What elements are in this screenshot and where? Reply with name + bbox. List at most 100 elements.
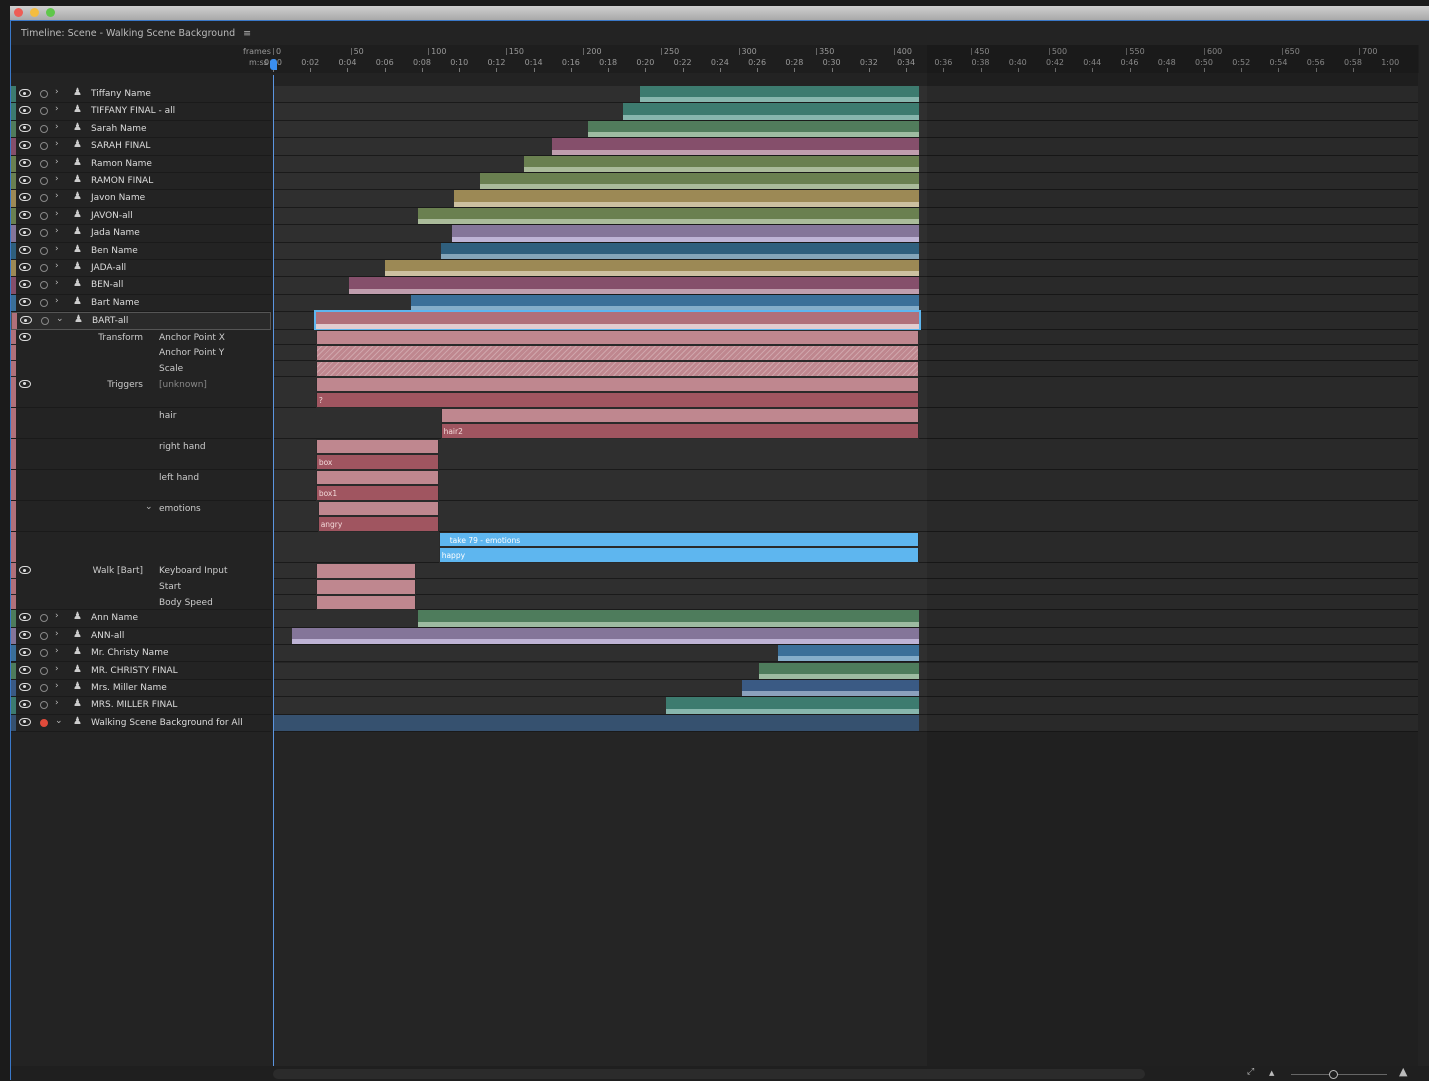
playhead-line[interactable] [273,75,274,1066]
eye-icon[interactable] [19,106,31,115]
zoom-window-button[interactable] [46,8,55,17]
record-arm-icon[interactable] [40,614,48,623]
layer-bar[interactable] [349,277,919,294]
eye-icon[interactable] [19,280,31,289]
layer-row[interactable]: › ♟ Ann Name [11,610,271,628]
trigger-bar-top[interactable] [315,376,919,393]
layer-row[interactable]: › ♟ Bart Name [11,294,271,313]
chevron-down-icon[interactable]: ⌄ [56,314,64,324]
trigger-bar-top[interactable] [315,438,439,455]
layer-row[interactable]: › ♟ Ben Name [11,242,271,260]
layer-row[interactable]: › ♟ Sarah Name [11,120,271,139]
record-arm-icon[interactable] [40,683,48,692]
chevron-right-icon[interactable]: › [55,296,59,306]
layer-row[interactable]: › ♟ Jada Name [11,225,271,243]
eye-icon[interactable] [19,245,31,254]
layer-bar[interactable] [418,610,919,627]
record-arm-icon[interactable] [40,631,48,640]
chevron-right-icon[interactable]: › [55,261,59,271]
layer-bar[interactable] [479,173,919,190]
trigger-take-bar[interactable]: box1 [315,485,439,501]
layer-bar[interactable] [291,627,919,645]
chevron-right-icon[interactable]: › [55,278,59,288]
chevron-right-icon[interactable]: › [55,104,59,114]
record-arm-icon[interactable] [40,229,48,238]
layer-row[interactable]: ⌄ ♟ Walking Scene Background for All [11,714,271,733]
take-bar-header[interactable]: take 79 - emotions [438,531,919,548]
record-arm-icon[interactable] [40,718,48,727]
minimize-window-button[interactable] [30,8,39,17]
chevron-down-icon[interactable]: ⌄ [145,502,153,512]
trigger-take-bar[interactable]: hair2 [440,423,919,439]
eye-icon[interactable] [19,158,31,167]
trigger-bar-top[interactable] [315,469,439,486]
record-arm-icon[interactable] [40,107,48,116]
record-arm-icon[interactable] [40,649,48,658]
eye-icon[interactable] [19,141,31,150]
record-arm-icon[interactable] [40,666,48,675]
chevron-right-icon[interactable]: › [55,226,59,236]
record-arm-icon[interactable] [41,317,49,326]
layer-row[interactable]: › ♟ MR. CHRISTY FINAL [11,662,271,680]
eye-icon[interactable] [19,682,31,691]
chevron-right-icon[interactable]: › [55,244,59,254]
record-arm-icon[interactable] [40,177,48,185]
trigger-take-bar[interactable]: angry [317,516,439,532]
hamburger-icon[interactable]: ≡ [243,28,251,39]
eye-icon[interactable] [19,665,31,674]
param-bar[interactable] [315,594,417,611]
layer-bar[interactable] [313,310,921,331]
eye-icon[interactable] [19,123,31,132]
chevron-down-icon[interactable]: ⌄ [55,716,63,726]
chevron-right-icon[interactable]: › [55,191,59,201]
eye-icon[interactable] [19,193,31,202]
horizontal-scrollbar[interactable] [273,1069,1145,1079]
chevron-right-icon[interactable]: › [55,209,59,219]
eye-icon[interactable] [19,613,31,622]
layer-bar[interactable] [552,138,919,155]
trigger-take-bar[interactable]: box [315,454,439,470]
eye-icon[interactable] [19,332,31,341]
chevron-right-icon[interactable]: › [55,157,59,167]
record-arm-icon[interactable] [40,124,48,133]
layer-bar[interactable] [451,225,919,242]
eye-icon[interactable] [19,648,31,657]
record-arm-icon[interactable] [40,211,48,220]
fit-expand-icon[interactable]: ⤢ [1247,1067,1254,1077]
eye-icon[interactable] [19,228,31,237]
record-arm-icon[interactable] [40,90,48,98]
eye-icon[interactable] [19,210,31,219]
chevron-right-icon[interactable]: › [55,87,59,97]
layer-row[interactable]: ⌄ ♟ BART-all [11,312,271,330]
zoom-slider-knob[interactable] [1329,1070,1338,1079]
eye-icon[interactable] [19,717,31,726]
take-bar[interactable]: happy [438,547,919,564]
trigger-bar-top[interactable] [317,500,439,517]
layer-row[interactable]: › ♟ Tiffany Name [11,86,271,104]
layer-bar[interactable] [777,645,919,662]
eye-icon[interactable] [19,630,31,639]
zoom-slider[interactable] [1291,1074,1387,1075]
param-bar[interactable] [315,329,919,346]
layer-row[interactable]: › ♟ Mr. Christy Name [11,645,271,663]
layer-row[interactable]: › ♟ ANN-all [11,627,271,646]
record-arm-icon[interactable] [40,159,48,168]
eye-icon[interactable] [19,700,31,709]
layer-bar[interactable] [410,294,919,312]
layer-bar[interactable] [524,155,919,172]
layer-row[interactable]: › ♟ Mrs. Miller Name [11,679,271,698]
zoom-out-icon[interactable]: ▲ [1269,1069,1274,1077]
trigger-bar-top[interactable] [440,407,919,424]
close-window-button[interactable] [14,8,23,17]
eye-icon[interactable] [19,89,31,97]
chevron-right-icon[interactable]: › [55,174,59,184]
record-arm-icon[interactable] [40,298,48,307]
param-bar[interactable] [315,578,417,595]
layer-row[interactable]: › ♟ Javon Name [11,190,271,208]
layer-row[interactable]: › ♟ SARAH FINAL [11,138,271,156]
layer-row[interactable]: › ♟ JADA-all [11,260,271,278]
record-arm-icon[interactable] [40,281,48,290]
layer-bar[interactable] [440,242,919,259]
layer-bar[interactable] [453,190,919,207]
layer-row[interactable]: › ♟ BEN-all [11,277,271,295]
